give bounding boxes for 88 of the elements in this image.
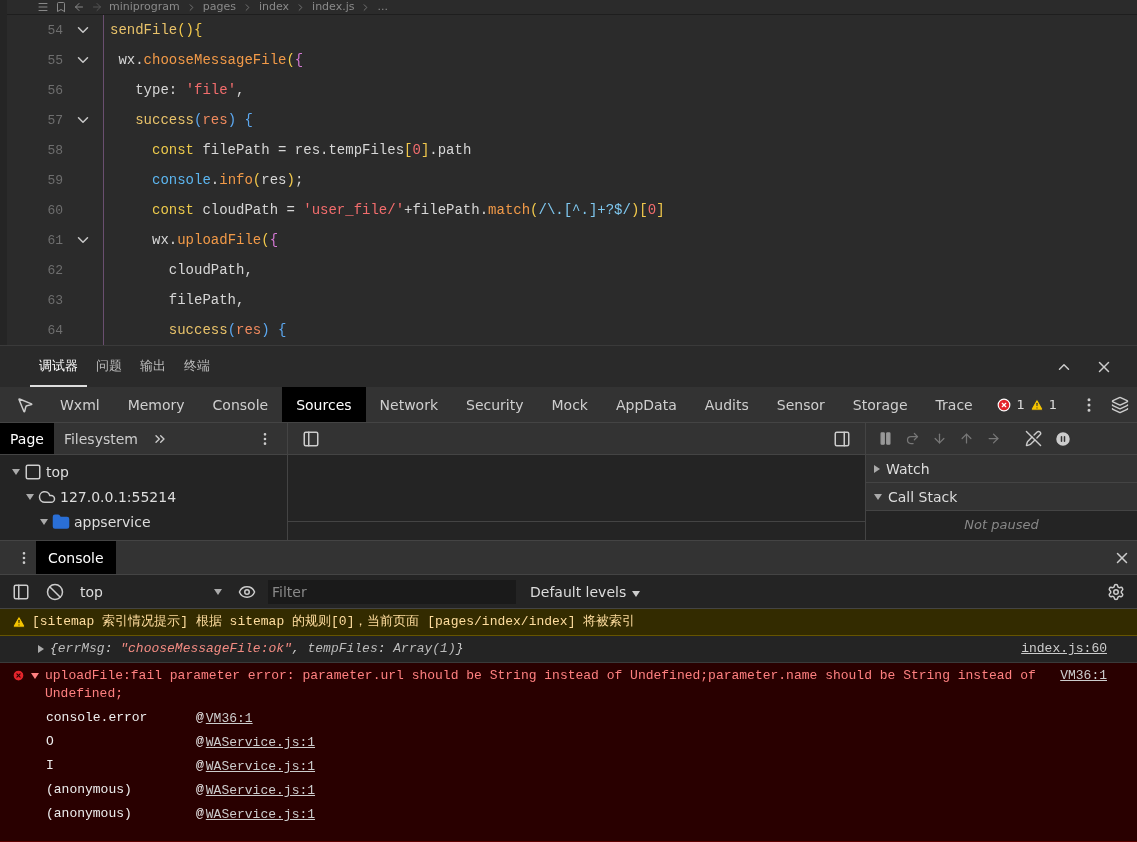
menu-icon[interactable] xyxy=(37,1,49,13)
stack-function: (anonymous) xyxy=(46,806,133,823)
warning-message: [sitemap 索引情况提示] 根据 sitemap 的规则[0]，当前页面 [pages/index/index] 将被索引 xyxy=(32,613,637,631)
line-number: 60 xyxy=(46,202,63,218)
levels-dropdown[interactable]: Default levels xyxy=(524,582,647,601)
expand-caret-icon[interactable] xyxy=(38,645,44,653)
code-line: sendFile(){ xyxy=(103,15,203,45)
tree-item[interactable]: top xyxy=(46,463,69,480)
devtools-tab[interactable]: AppData xyxy=(602,387,691,422)
tree-item[interactable]: 127.0.0.1:55214 xyxy=(60,488,177,505)
devtools-tab[interactable]: Security xyxy=(452,387,538,422)
devtools-tab[interactable]: Trace xyxy=(921,387,987,422)
devtools-tab[interactable]: Console xyxy=(198,387,283,422)
code-line: wx.uploadFile({ xyxy=(103,225,279,255)
expand-caret-icon[interactable] xyxy=(12,468,20,475)
source-link[interactable]: VM36:1 xyxy=(205,710,253,728)
at-sign: @ xyxy=(196,806,204,823)
source-link[interactable]: WAService.js:1 xyxy=(205,758,316,776)
navigator-tab[interactable]: Filesystem xyxy=(53,423,148,454)
devtools-tab[interactable]: Memory xyxy=(113,387,199,422)
error-icon xyxy=(12,669,25,682)
stack-function: I xyxy=(46,758,55,775)
folder-icon xyxy=(52,512,70,531)
code-line: success(res) { xyxy=(103,105,253,135)
navigator-tab[interactable]: Page xyxy=(0,423,54,454)
log-message: {errMsg: "chooseMessageFile:ok", tempFiles: Array(1)} xyxy=(50,640,465,658)
breadcrumb-item[interactable]: miniprogram xyxy=(109,0,180,14)
at-sign: @ xyxy=(196,782,204,799)
line-number: 55 xyxy=(46,52,63,68)
devtools-tab[interactable]: Sensor xyxy=(762,387,839,422)
devtools-tab[interactable]: Network xyxy=(365,387,453,422)
devtools-tab[interactable]: Sources xyxy=(282,387,366,422)
panel-tab[interactable]: 输出 xyxy=(131,346,175,387)
devtools-tab[interactable]: Wxml xyxy=(46,387,114,422)
context-select[interactable]: top xyxy=(76,583,226,600)
line-number: 61 xyxy=(46,232,63,248)
bookmark-icon[interactable] xyxy=(55,1,67,13)
code-line: const cloudPath = 'user_file/'+filePath.match(/\.[^.]+?$/)[0] xyxy=(103,195,665,225)
panel-tab[interactable]: 终端 xyxy=(175,346,219,387)
code-line: console.info(res); xyxy=(103,165,304,195)
line-number: 64 xyxy=(46,322,63,338)
breadcrumb-item[interactable]: pages xyxy=(202,0,236,14)
line-number: 62 xyxy=(46,262,63,278)
breadcrumb-item[interactable]: index.js xyxy=(312,0,355,14)
tree-item[interactable]: appservice xyxy=(74,513,151,530)
warning-icon xyxy=(1029,397,1044,412)
code-line: cloudPath, xyxy=(103,255,253,285)
sidebar-section[interactable]: Watch xyxy=(866,455,1137,483)
sidebar-section[interactable]: Call Stack xyxy=(866,483,1137,511)
frame-icon xyxy=(24,462,42,481)
at-sign: @ xyxy=(196,710,204,727)
source-link[interactable]: WAService.js:1 xyxy=(205,734,316,752)
code-line: type: 'file', xyxy=(103,75,245,105)
source-link[interactable]: WAService.js:1 xyxy=(205,782,316,800)
line-number: 58 xyxy=(46,142,63,158)
source-link[interactable]: index.js:60 xyxy=(1021,640,1107,658)
devtools-tab[interactable]: Storage xyxy=(838,387,922,422)
error-message: uploadFile:fail parameter error: parameter.url should be String instead of Undefined;parameter.name should be String instead of Undefined; xyxy=(45,667,1037,703)
devtools-tab[interactable]: Mock xyxy=(537,387,602,422)
warning-icon xyxy=(12,615,26,629)
stack-function: O xyxy=(46,734,55,751)
breadcrumb-item[interactable]: ... xyxy=(377,0,388,14)
stack-function: console.error xyxy=(46,710,149,727)
at-sign: @ xyxy=(196,758,204,775)
breadcrumb-item[interactable]: index xyxy=(259,0,290,14)
stack-function: (anonymous) xyxy=(46,782,133,799)
code-line: wx.chooseMessageFile({ xyxy=(103,45,304,75)
error-count[interactable]: 1 xyxy=(1016,397,1025,412)
drawer-tab[interactable]: Console xyxy=(36,541,116,574)
line-number: 63 xyxy=(46,292,63,308)
code-line: filePath, xyxy=(103,285,245,315)
line-number: 54 xyxy=(46,22,63,38)
source-link[interactable]: VM36:1 xyxy=(1060,667,1107,685)
panel-tab[interactable]: 问题 xyxy=(87,346,131,387)
back-icon[interactable] xyxy=(73,1,85,13)
devtools-tab[interactable]: Audits xyxy=(690,387,763,422)
filter-field[interactable]: Filter xyxy=(268,579,516,604)
line-number: 59 xyxy=(46,172,63,188)
error-icon xyxy=(997,397,1012,412)
code-line: const filePath = res.tempFiles[0].path xyxy=(103,135,472,165)
source-link[interactable]: WAService.js:1 xyxy=(205,806,316,824)
line-number: 57 xyxy=(46,112,63,128)
line-number: 56 xyxy=(46,82,63,98)
warning-count[interactable]: 1 xyxy=(1048,397,1057,412)
at-sign: @ xyxy=(196,734,204,751)
status-text: Not paused xyxy=(963,516,1040,532)
expand-caret-icon[interactable] xyxy=(26,493,34,500)
expand-caret-icon[interactable] xyxy=(31,673,39,679)
